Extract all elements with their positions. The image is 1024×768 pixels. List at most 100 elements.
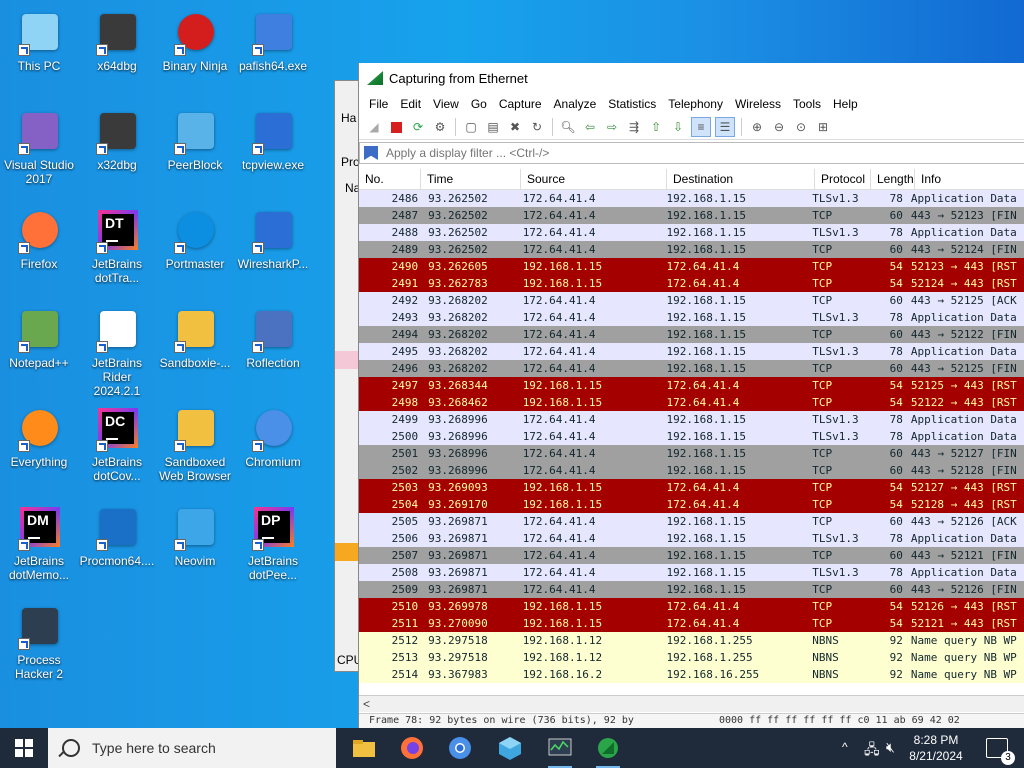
packet-row[interactable]: 2499 93.268996 172.64.41.4 192.168.1.15 TLSv…: [359, 411, 1024, 428]
desktop-icon-visual-studio-2017[interactable]: Visual Studio 2017: [0, 109, 78, 186]
desktop-icon-sandboxie[interactable]: Sandboxie-...: [156, 307, 234, 370]
desktop-icon-jetbrains-dotpee[interactable]: DP JetBrains dotPee...: [234, 505, 312, 582]
packet-row[interactable]: 2486 93.262502 172.64.41.4 192.168.1.15 TLSv…: [359, 190, 1024, 207]
desktop-icon-portmaster[interactable]: Portmaster: [156, 208, 234, 271]
desktop-icon-notepad[interactable]: Notepad++: [0, 307, 78, 370]
packet-row[interactable]: 2514 93.367983 192.168.16.2 192.168.16.255 N…: [359, 666, 1024, 683]
packet-row[interactable]: 2502 93.268996 172.64.41.4 192.168.1.15 TCP 6…: [359, 462, 1024, 479]
packet-row[interactable]: 2495 93.268202 172.64.41.4 192.168.1.15 TLSv…: [359, 343, 1024, 360]
desktop-icon-process-hacker-2[interactable]: Process Hacker 2: [0, 604, 78, 681]
colorize-icon[interactable]: ☰: [715, 117, 735, 137]
packet-row[interactable]: 2510 93.269978 192.168.1.15 172.64.41.4 TCP 5…: [359, 598, 1024, 615]
start-button[interactable]: [0, 728, 48, 768]
wireshark-icon[interactable]: [594, 734, 622, 768]
packet-details-line[interactable]: Frame 78: 92 bytes on wire (736 bits), 9…: [369, 715, 634, 726]
column-header-protocol[interactable]: Protocol: [815, 169, 871, 189]
packet-row[interactable]: 2496 93.268202 172.64.41.4 192.168.1.15 TCP 6…: [359, 360, 1024, 377]
close-file-icon[interactable]: ✖: [506, 118, 524, 136]
desktop-icon-pafish64-exe[interactable]: pafish64.exe: [234, 10, 312, 73]
packet-row[interactable]: 2504 93.269170 192.168.1.15 172.64.41.4 TCP 5…: [359, 496, 1024, 513]
desktop-icon-jetbrains-dottra[interactable]: DT JetBrains dotTra...: [78, 208, 156, 285]
restart-capture-icon[interactable]: ⟳: [409, 118, 427, 136]
column-header-no[interactable]: No.: [359, 169, 421, 189]
packet-row[interactable]: 2500 93.268996 172.64.41.4 192.168.1.15 TLSv…: [359, 428, 1024, 445]
packet-row[interactable]: 2509 93.269871 172.64.41.4 192.168.1.15 TCP 6…: [359, 581, 1024, 598]
desktop-icon-jetbrains-rider-2024-2-1[interactable]: JetBrains Rider 2024.2.1: [78, 307, 156, 398]
menu-wireless[interactable]: Wireless: [729, 97, 787, 111]
reload-file-icon[interactable]: ↻: [528, 118, 546, 136]
capture-options-icon[interactable]: ⚙: [431, 118, 449, 136]
packet-row[interactable]: 2488 93.262502 172.64.41.4 192.168.1.15 TLSv…: [359, 224, 1024, 241]
desktop-icon-neovim[interactable]: Neovim: [156, 505, 234, 568]
packet-row[interactable]: 2487 93.262502 172.64.41.4 192.168.1.15 TCP 6…: [359, 207, 1024, 224]
packet-row[interactable]: 2507 93.269871 172.64.41.4 192.168.1.15 TCP 6…: [359, 547, 1024, 564]
chevron-up-icon[interactable]: ^: [842, 740, 848, 754]
network-icon[interactable]: 🖧︎: [864, 739, 880, 763]
title-bar[interactable]: Capturing from Ethernet: [359, 63, 1024, 93]
wireshark-window[interactable]: Capturing from Ethernet File Edit View Go Ca…: [358, 63, 1024, 728]
firefox-icon[interactable]: [398, 734, 426, 762]
start-capture-icon[interactable]: ◢: [365, 118, 383, 136]
desktop-icon-chromium[interactable]: Chromium: [234, 406, 312, 469]
open-file-icon[interactable]: ▢: [462, 118, 480, 136]
packet-row[interactable]: 2491 93.262783 192.168.1.15 172.64.41.4 TCP 5…: [359, 275, 1024, 292]
desktop-icon-firefox[interactable]: Firefox: [0, 208, 78, 271]
stop-capture-icon[interactable]: [387, 118, 405, 136]
chromium-icon[interactable]: [446, 734, 474, 762]
desktop-icon-procmon64[interactable]: Procmon64....: [78, 505, 156, 568]
save-file-icon[interactable]: ▤: [484, 118, 502, 136]
bookmark-icon[interactable]: [364, 146, 378, 160]
menu-telephony[interactable]: Telephony: [662, 97, 729, 111]
menu-tools[interactable]: Tools: [787, 97, 827, 111]
column-header-info[interactable]: Info: [915, 169, 1024, 189]
last-packet-icon[interactable]: ⇩: [669, 118, 687, 136]
menu-file[interactable]: File: [363, 97, 394, 111]
packet-row[interactable]: 2492 93.268202 172.64.41.4 192.168.1.15 TCP 6…: [359, 292, 1024, 309]
packet-row[interactable]: 2498 93.268462 192.168.1.15 172.64.41.4 TCP 5…: [359, 394, 1024, 411]
packet-row[interactable]: 2489 93.262502 172.64.41.4 192.168.1.15 TCP 6…: [359, 241, 1024, 258]
zoom-out-icon[interactable]: ⊖: [770, 118, 788, 136]
packet-row[interactable]: 2494 93.268202 172.64.41.4 192.168.1.15 TCP 6…: [359, 326, 1024, 343]
volume-muted-icon[interactable]: 🔇︎: [886, 739, 895, 756]
menu-statistics[interactable]: Statistics: [602, 97, 662, 111]
desktop-icon-binary-ninja[interactable]: Binary Ninja: [156, 10, 234, 73]
first-packet-icon[interactable]: ⇧: [647, 118, 665, 136]
autoscroll-icon[interactable]: ≡: [691, 117, 711, 137]
desktop-icon-roflection[interactable]: Roflection: [234, 307, 312, 370]
file-explorer-icon[interactable]: [350, 734, 378, 762]
process-hacker-icon[interactable]: [546, 734, 574, 768]
scroll-left-icon[interactable]: <: [363, 697, 370, 711]
resize-columns-icon[interactable]: ⊞: [814, 118, 832, 136]
packet-bytes-line[interactable]: 0000 ff ff ff ff ff ff c0 11 ab 69 42 02: [719, 715, 960, 726]
clock[interactable]: 8:28 PM 8/21/2024: [906, 732, 966, 764]
column-header-source[interactable]: Source: [521, 169, 667, 189]
packet-row[interactable]: 2511 93.270090 192.168.1.15 172.64.41.4 TCP 5…: [359, 615, 1024, 632]
go-back-icon[interactable]: ⇦: [581, 118, 599, 136]
packet-row[interactable]: 2505 93.269871 172.64.41.4 192.168.1.15 TCP 6…: [359, 513, 1024, 530]
menu-analyze[interactable]: Analyze: [548, 97, 603, 111]
packet-row[interactable]: 2493 93.268202 172.64.41.4 192.168.1.15 TLSv…: [359, 309, 1024, 326]
packet-row[interactable]: 2503 93.269093 192.168.1.15 172.64.41.4 TCP 5…: [359, 479, 1024, 496]
desktop-icon-jetbrains-dotmemo[interactable]: DM JetBrains dotMemo...: [0, 505, 78, 582]
packet-row[interactable]: 2513 93.297518 192.168.1.12 192.168.1.255 NB…: [359, 649, 1024, 666]
go-forward-icon[interactable]: ⇨: [603, 118, 621, 136]
packet-row[interactable]: 2508 93.269871 172.64.41.4 192.168.1.15 TLSv…: [359, 564, 1024, 581]
normal-size-icon[interactable]: ⊙: [792, 118, 810, 136]
go-to-packet-icon[interactable]: ⇶: [625, 118, 643, 136]
menu-edit[interactable]: Edit: [394, 97, 427, 111]
display-filter-input[interactable]: [384, 145, 988, 161]
desktop-icon-tcpview-exe[interactable]: tcpview.exe: [234, 109, 312, 172]
desktop-icon-jetbrains-dotcov[interactable]: DC JetBrains dotCov...: [78, 406, 156, 483]
packet-row[interactable]: 2501 93.268996 172.64.41.4 192.168.1.15 TCP 6…: [359, 445, 1024, 462]
column-header-time[interactable]: Time: [421, 169, 521, 189]
packet-row[interactable]: 2512 93.297518 192.168.1.12 192.168.1.255 NB…: [359, 632, 1024, 649]
packet-row[interactable]: 2497 93.268344 192.168.1.15 172.64.41.4 TCP 5…: [359, 377, 1024, 394]
desktop-icon-peerblock[interactable]: PeerBlock: [156, 109, 234, 172]
taskbar-search-box[interactable]: Type here to search: [48, 728, 336, 768]
virtualbox-icon[interactable]: [496, 734, 524, 762]
desktop-icon-x64dbg[interactable]: x64dbg: [78, 10, 156, 73]
packet-row[interactable]: 2506 93.269871 172.64.41.4 192.168.1.15 TLSv…: [359, 530, 1024, 547]
zoom-in-icon[interactable]: ⊕: [748, 118, 766, 136]
desktop-icon-this-pc[interactable]: This PC: [0, 10, 78, 73]
packet-row[interactable]: 2490 93.262605 192.168.1.15 172.64.41.4 TCP 5…: [359, 258, 1024, 275]
